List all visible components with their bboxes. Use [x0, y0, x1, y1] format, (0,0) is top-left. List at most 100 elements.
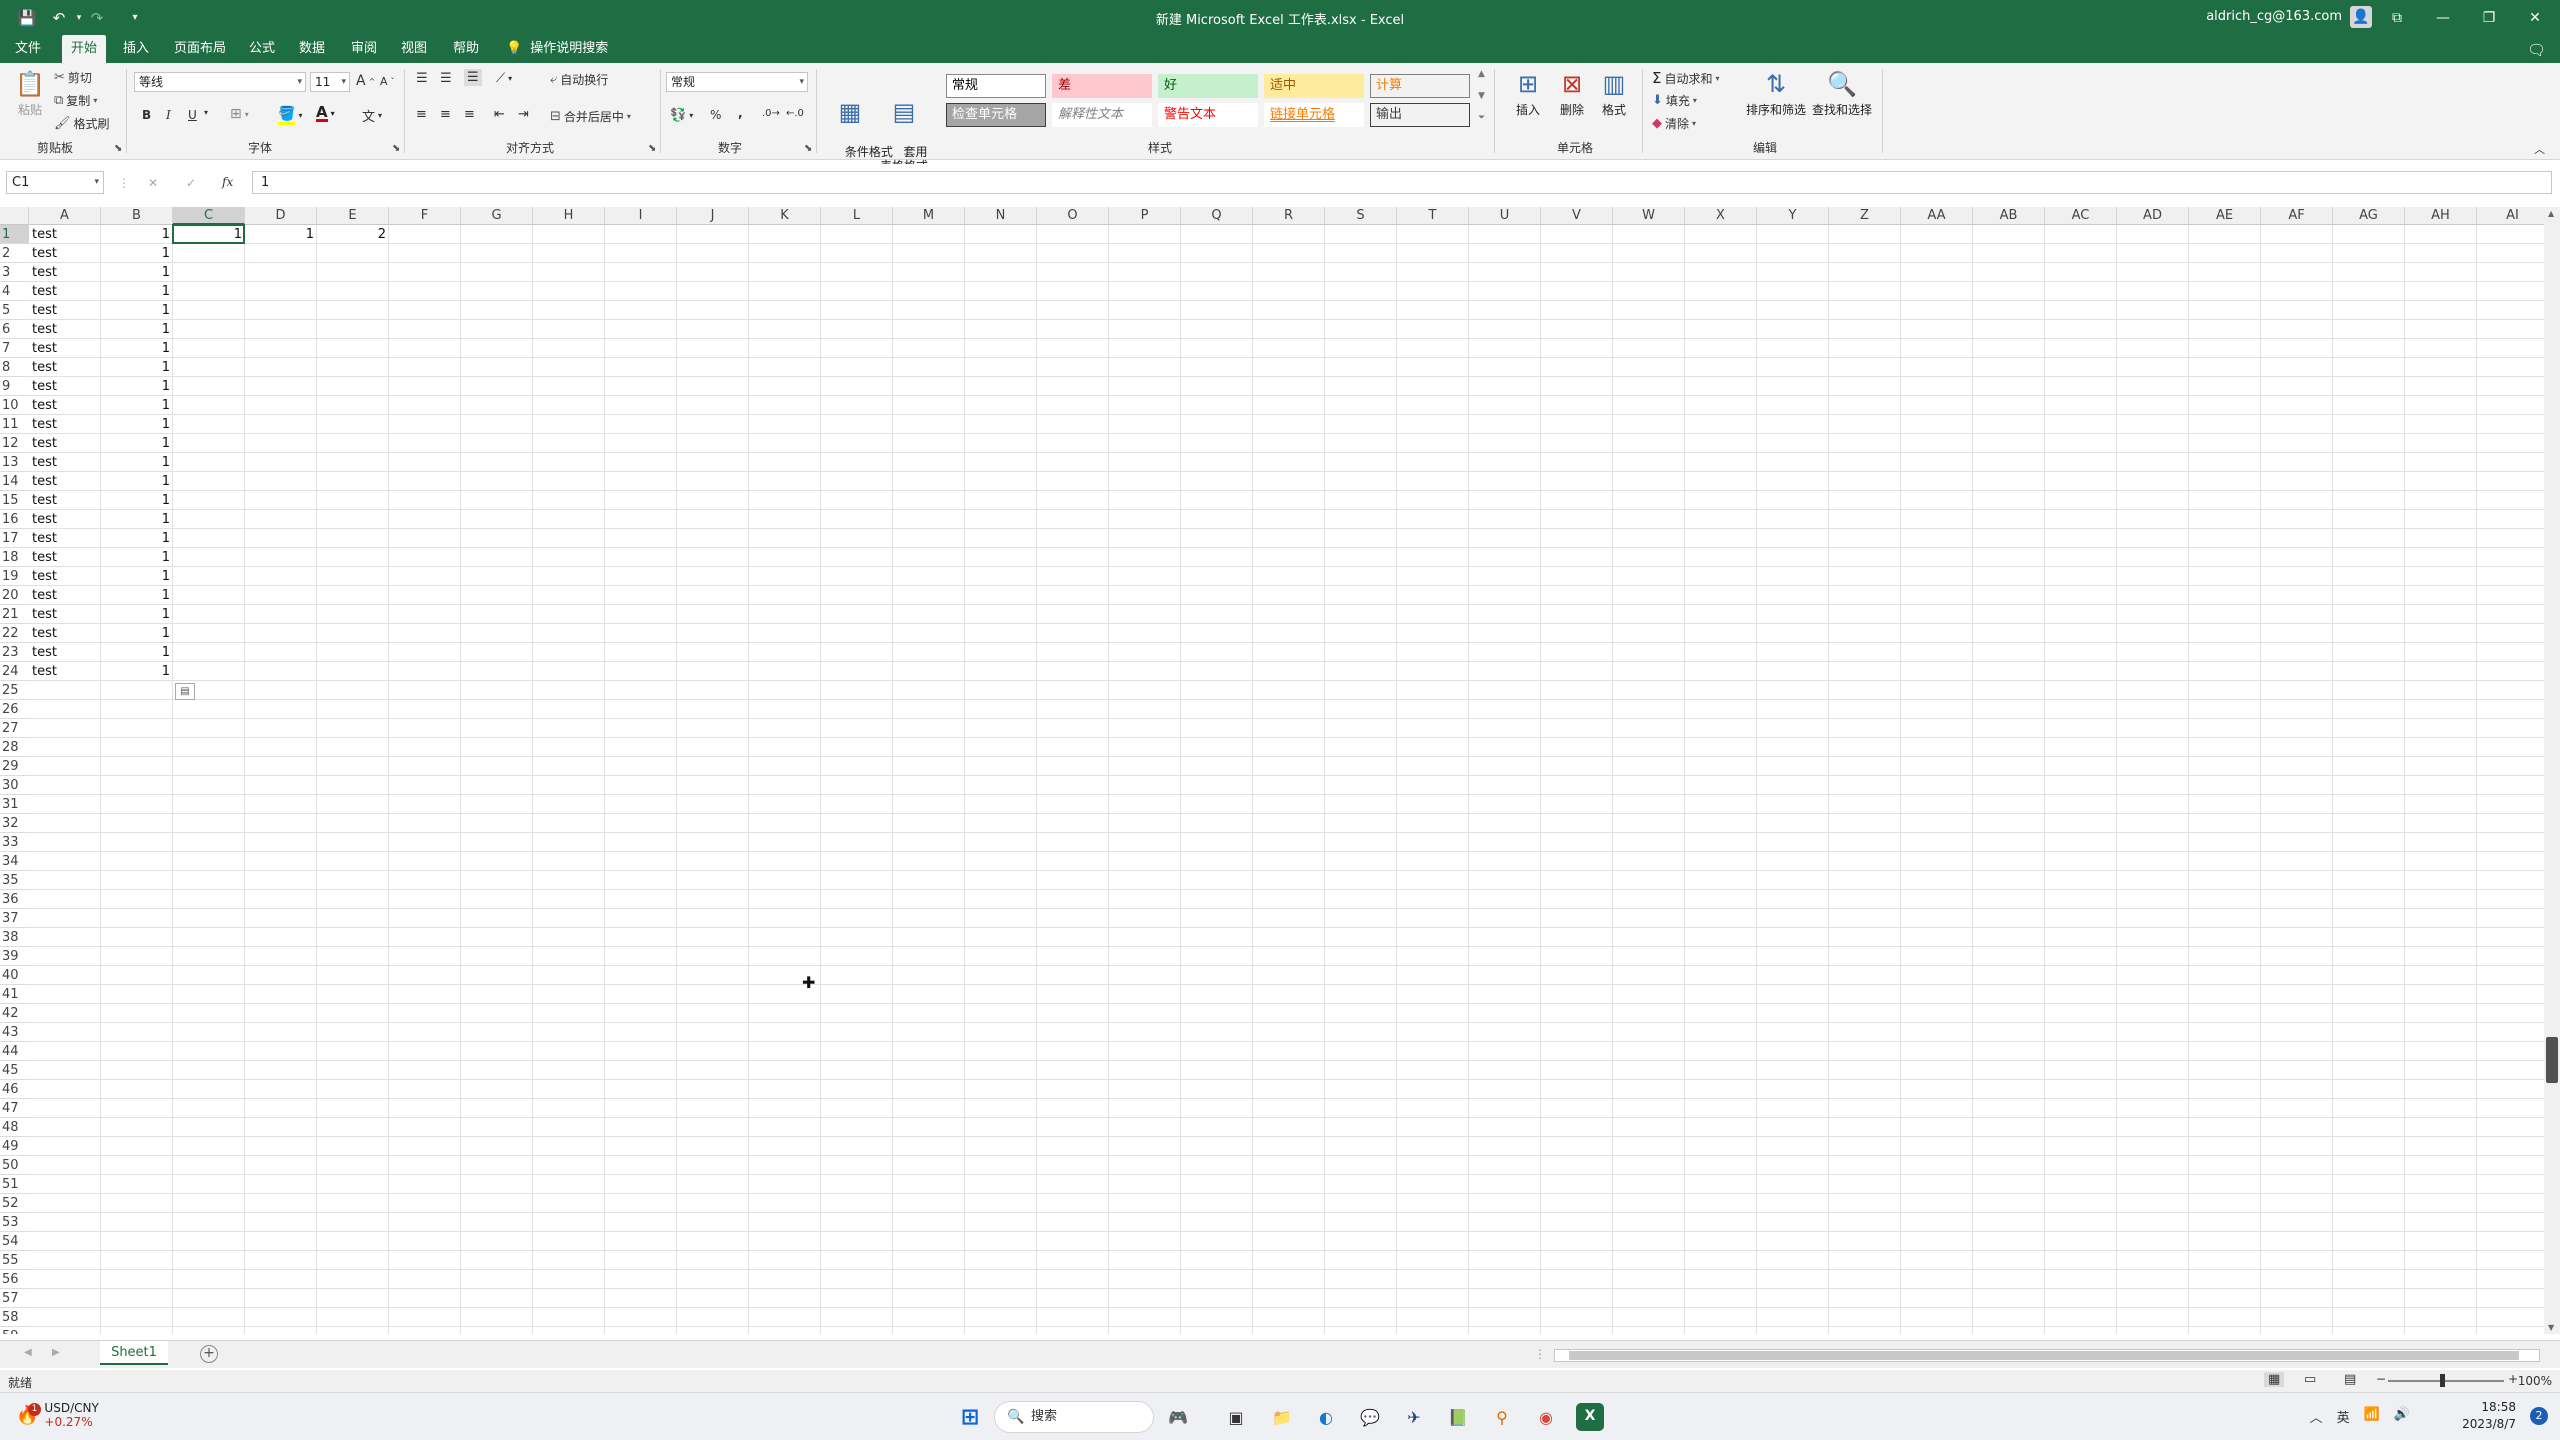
cell-a21[interactable]: test [29, 605, 101, 624]
row-header-28[interactable]: 28 [0, 738, 29, 757]
cell-a20[interactable]: test [29, 586, 101, 605]
cell-a16[interactable]: test [29, 510, 101, 529]
gallery-more-icon[interactable]: ⏷ [1478, 113, 1485, 123]
page-layout-view-icon[interactable]: ▭ [2304, 1372, 2316, 1387]
row-header-45[interactable]: 45 [0, 1061, 29, 1080]
cell-b4[interactable]: 1 [101, 282, 173, 301]
horizontal-scrollbar[interactable] [1554, 1349, 2540, 1362]
zoom-in-button[interactable]: + [2508, 1372, 2518, 1386]
taskbar-search[interactable]: 🔍 搜索 [994, 1401, 1154, 1433]
confirm-entry-icon[interactable]: ✓ [186, 176, 196, 190]
cell-b17[interactable]: 1 [101, 529, 173, 548]
row-header-57[interactable]: 57 [0, 1289, 29, 1308]
row-header-31[interactable]: 31 [0, 795, 29, 814]
column-header-y[interactable]: Y [1757, 207, 1829, 225]
vertical-scroll-thumb[interactable] [2546, 1037, 2558, 1083]
tab-file[interactable]: 文件 [8, 35, 48, 63]
row-header-18[interactable]: 18 [0, 548, 29, 567]
row-header-10[interactable]: 10 [0, 396, 29, 415]
row-header-38[interactable]: 38 [0, 928, 29, 947]
dialog-launcher-icon[interactable]: ⬊ [114, 143, 122, 154]
conditional-format-button[interactable]: ▦ 条件格式 [822, 69, 893, 173]
bold-button[interactable]: B [142, 108, 151, 122]
row-header-44[interactable]: 44 [0, 1042, 29, 1061]
autosum-button[interactable]: Σ 自动求和 ▾ [1652, 69, 1720, 87]
cut-button[interactable]: ✂ 剪切 [54, 69, 92, 86]
column-header-m[interactable]: M [893, 207, 965, 225]
row-header-35[interactable]: 35 [0, 871, 29, 890]
row-header-40[interactable]: 40 [0, 966, 29, 985]
cell-b6[interactable]: 1 [101, 320, 173, 339]
column-header-u[interactable]: U [1469, 207, 1541, 225]
dialog-launcher-icon[interactable]: ⬊ [648, 143, 656, 154]
cell-a13[interactable]: test [29, 453, 101, 472]
row-header-7[interactable]: 7 [0, 339, 29, 358]
row-header-49[interactable]: 49 [0, 1137, 29, 1156]
cell-b13[interactable]: 1 [101, 453, 173, 472]
row-header-52[interactable]: 52 [0, 1194, 29, 1213]
column-header-b[interactable]: B [101, 207, 173, 225]
row-header-53[interactable]: 53 [0, 1213, 29, 1232]
cell-b11[interactable]: 1 [101, 415, 173, 434]
cell-a18[interactable]: test [29, 548, 101, 567]
zoom-out-button[interactable]: − [2376, 1372, 2386, 1386]
column-header-o[interactable]: O [1037, 207, 1109, 225]
wechat-icon[interactable]: 💬 [1356, 1403, 1384, 1431]
increase-indent-icon[interactable]: ⇥ [518, 107, 529, 122]
close-button[interactable]: ✕ [2512, 0, 2558, 35]
prev-sheet-icon[interactable]: ◀ [24, 1347, 32, 1358]
column-header-l[interactable]: L [821, 207, 893, 225]
cell-style-0[interactable]: 常规 [946, 74, 1046, 98]
chevron-down-icon[interactable]: ▾ [204, 108, 208, 117]
column-header-ae[interactable]: AE [2189, 207, 2261, 225]
insert-function-button[interactable]: fx [222, 175, 233, 189]
cell-a24[interactable]: test [29, 662, 101, 681]
cell-a15[interactable]: test [29, 491, 101, 510]
orientation-icon[interactable]: ⟋ ▾ [496, 71, 512, 86]
cell-a19[interactable]: test [29, 567, 101, 586]
row-header-51[interactable]: 51 [0, 1175, 29, 1194]
row-header-19[interactable]: 19 [0, 567, 29, 586]
row-header-34[interactable]: 34 [0, 852, 29, 871]
cell-b3[interactable]: 1 [101, 263, 173, 282]
comma-button[interactable]: , [738, 106, 743, 120]
cell-style-1[interactable]: 差 [1052, 74, 1152, 98]
column-header-aa[interactable]: AA [1901, 207, 1973, 225]
cell-b23[interactable]: 1 [101, 643, 173, 662]
tab-home[interactable]: 开始 [62, 35, 106, 63]
dialog-launcher-icon[interactable]: ⬊ [392, 143, 400, 154]
zoom-slider-knob[interactable] [2440, 1374, 2445, 1387]
column-header-k[interactable]: K [749, 207, 821, 225]
tray-expand-icon[interactable]: ︿ [2310, 1407, 2323, 1426]
cell-e1[interactable]: 2 [317, 225, 389, 244]
tab-page-layout[interactable]: 页面布局 [168, 35, 232, 63]
decrease-decimal-icon[interactable]: ←.0 [786, 108, 804, 119]
row-header-27[interactable]: 27 [0, 719, 29, 738]
account-name[interactable]: aldrich_cg@163.com [2206, 9, 2342, 24]
row-header-21[interactable]: 21 [0, 605, 29, 624]
decrease-indent-icon[interactable]: ⇤ [494, 107, 505, 122]
ime-indicator[interactable]: 英 [2337, 1407, 2350, 1426]
next-sheet-icon[interactable]: ▶ [52, 1347, 60, 1358]
column-header-ah[interactable]: AH [2405, 207, 2477, 225]
restore-button[interactable]: ❐ [2466, 0, 2512, 35]
collapse-ribbon-icon[interactable]: ︿ [2534, 141, 2545, 157]
column-header-j[interactable]: J [677, 207, 749, 225]
cell-b20[interactable]: 1 [101, 586, 173, 605]
column-header-ac[interactable]: AC [2045, 207, 2117, 225]
fill-color-icon[interactable]: 🪣 ▾ [278, 106, 302, 125]
cell-style-8[interactable]: 链接单元格 [1264, 103, 1364, 127]
excel-taskbar-icon[interactable]: X [1576, 1403, 1604, 1431]
cell-a4[interactable]: test [29, 282, 101, 301]
normal-view-icon[interactable]: ▦ [2264, 1372, 2285, 1387]
column-header-w[interactable]: W [1613, 207, 1685, 225]
page-break-view-icon[interactable]: ▤ [2344, 1372, 2356, 1387]
tab-data[interactable]: 数据 [292, 35, 332, 63]
format-cells-button[interactable]: ▥ 格式 [1596, 69, 1632, 117]
cell-a2[interactable]: test [29, 244, 101, 263]
row-header-39[interactable]: 39 [0, 947, 29, 966]
column-header-f[interactable]: F [389, 207, 461, 225]
row-header-1[interactable]: 1 [0, 225, 29, 244]
row-header-54[interactable]: 54 [0, 1232, 29, 1251]
game-widget-icon[interactable]: 🎮 [1164, 1403, 1192, 1431]
